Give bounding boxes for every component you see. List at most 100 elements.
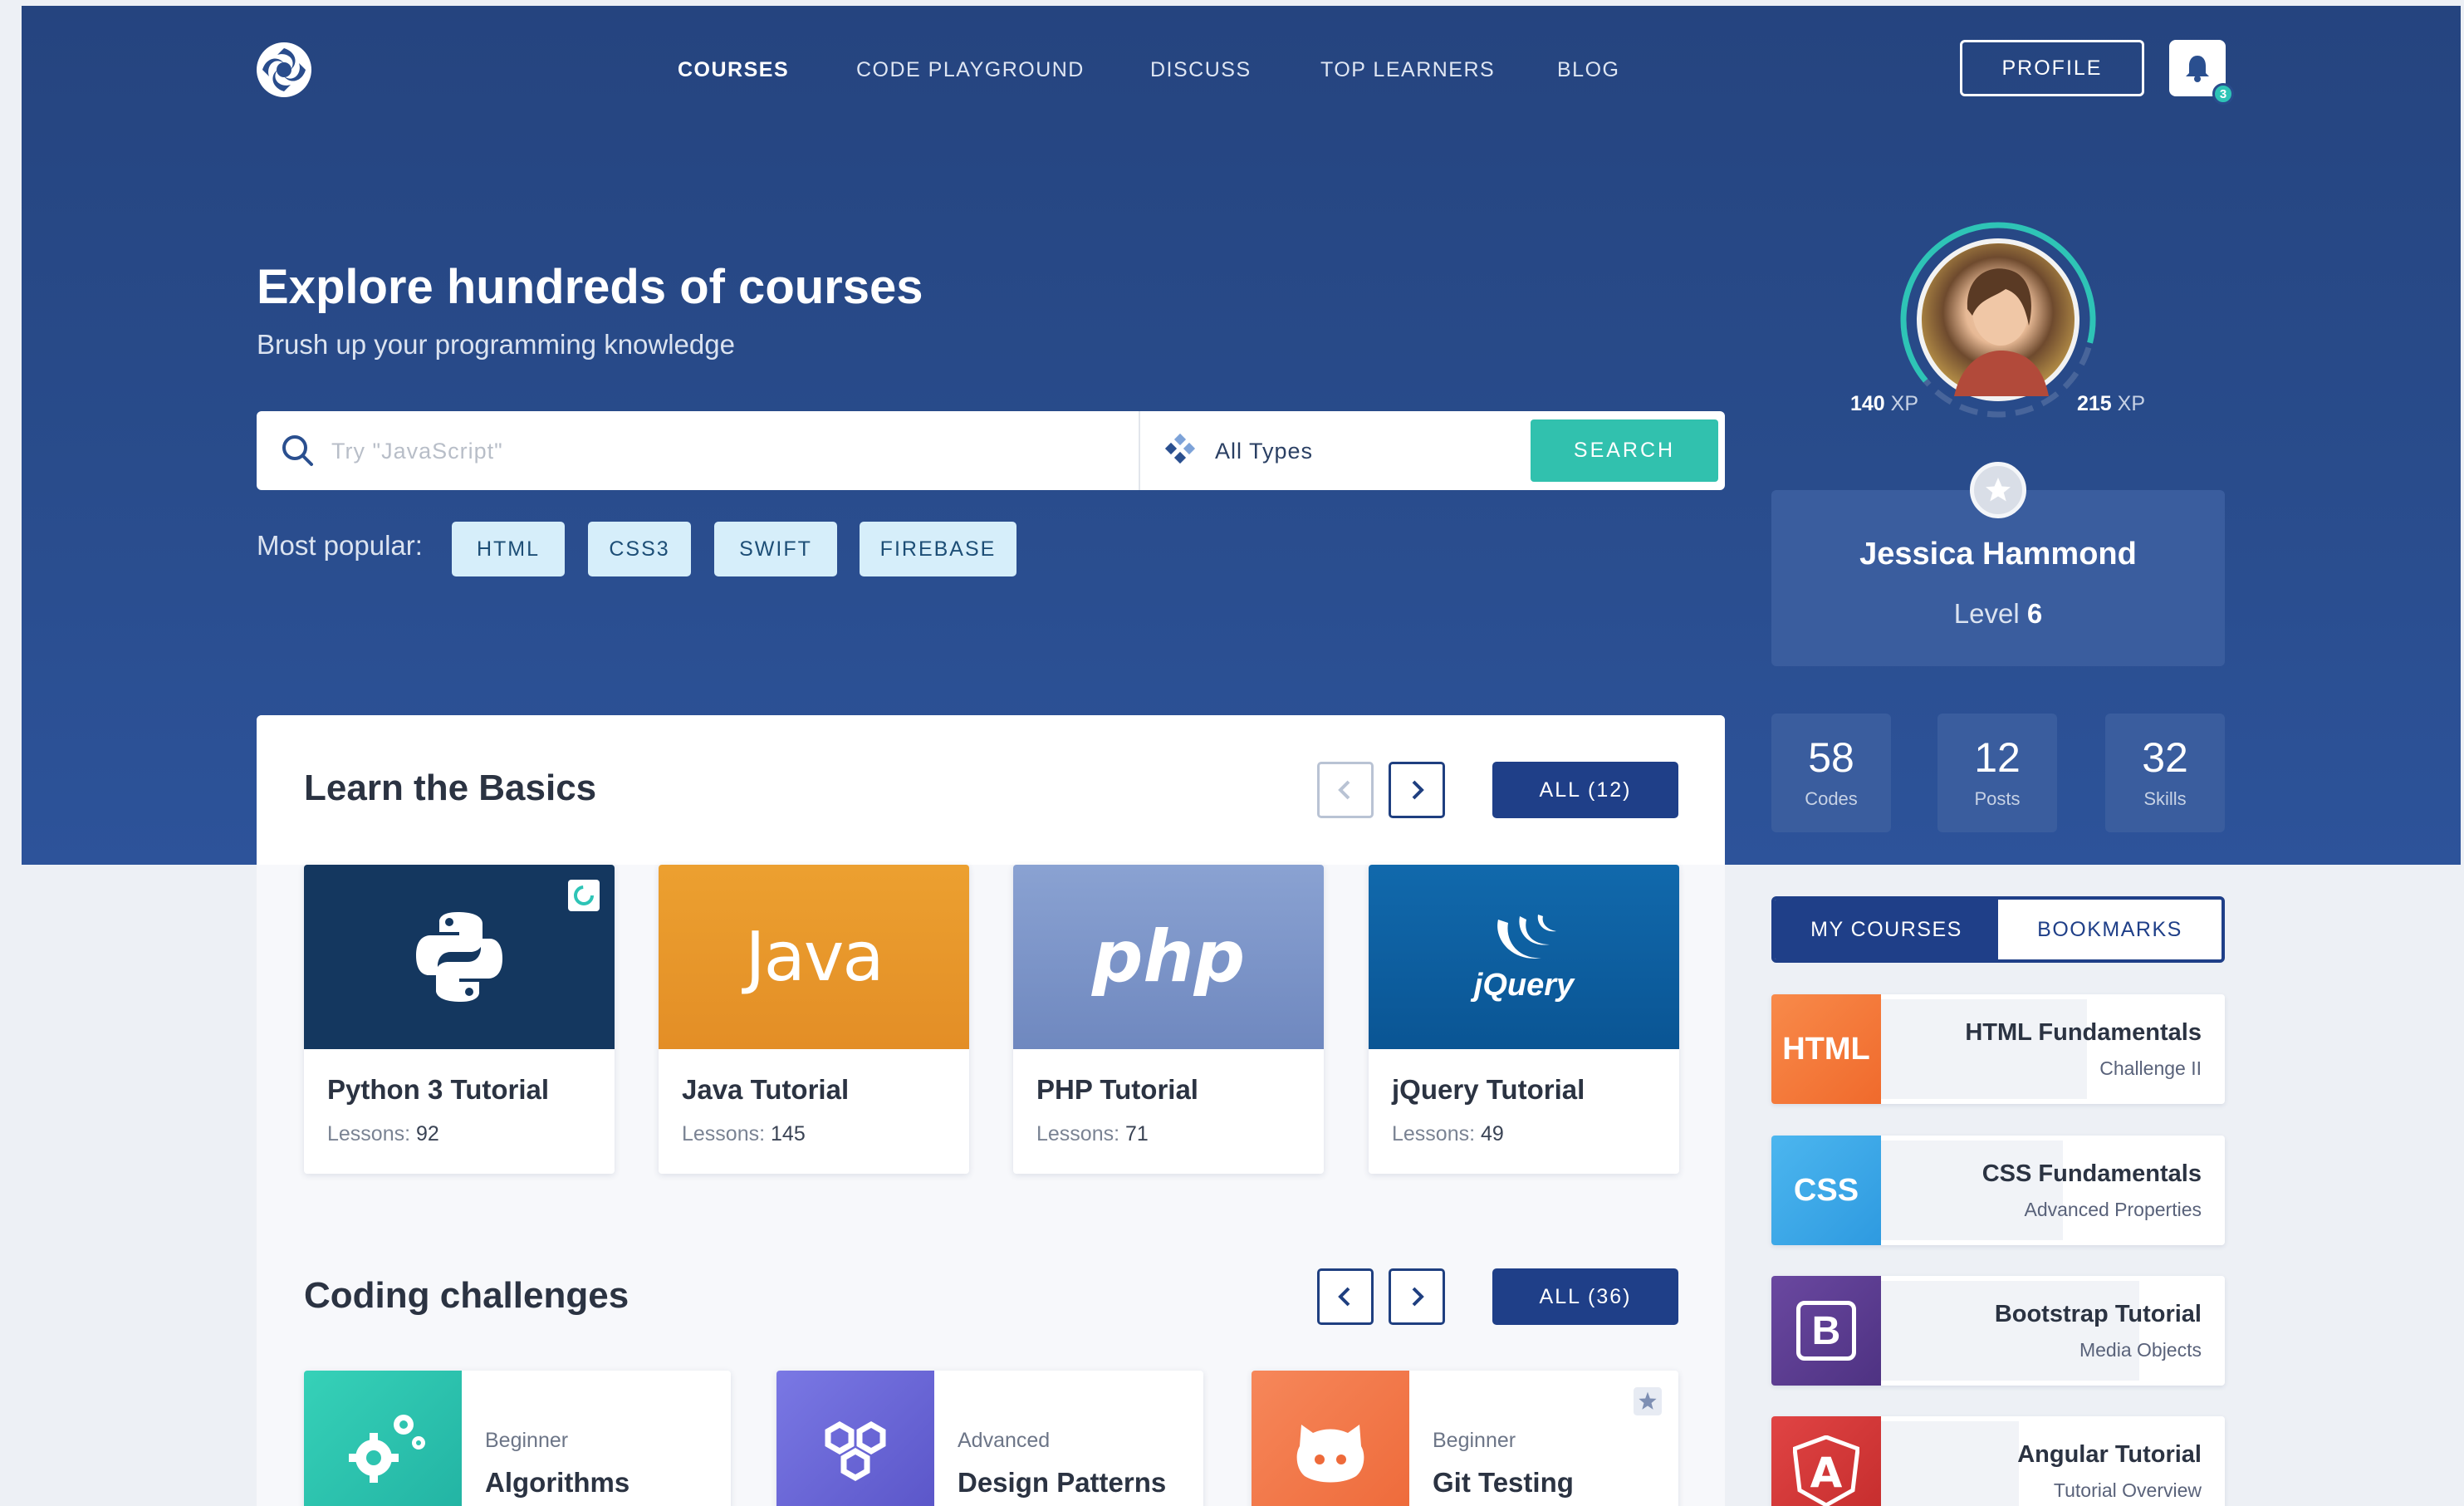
search-input[interactable] xyxy=(331,428,1079,474)
course-lessons: Lessons: 145 xyxy=(682,1122,806,1145)
challenge-level: Beginner xyxy=(485,1429,569,1452)
notifications-button[interactable]: 3 xyxy=(2169,40,2234,105)
html-icon: HTML xyxy=(1771,994,1881,1104)
my-course-css[interactable]: CSS CSS Fundamentals Advanced Properties xyxy=(1771,1136,2225,1245)
course-title: Java Tutorial xyxy=(682,1074,850,1105)
challenge-name: Git Testing xyxy=(1433,1467,1574,1498)
stat-codes[interactable]: 58 Codes xyxy=(1771,714,1891,832)
course-card-jquery[interactable]: jQuery jQuery Tutorial Lessons: 49 xyxy=(1369,865,1679,1174)
challenge-level: Advanced xyxy=(958,1429,1051,1452)
search-icon xyxy=(282,435,313,466)
my-course-lesson: Tutorial Overview xyxy=(2053,1479,2202,1501)
my-course-name: Bootstrap Tutorial xyxy=(1994,1301,2202,1327)
challenge-name: Algorithms xyxy=(485,1467,630,1498)
challenge-card-algorithms[interactable]: Beginner Algorithms xyxy=(304,1371,731,1506)
course-card-python[interactable]: Python 3 Tutorial Lessons: 92 xyxy=(304,865,615,1174)
nav-courses[interactable]: COURSES xyxy=(678,58,789,82)
search-button[interactable]: SEARCH xyxy=(1531,419,1718,482)
challenge-card-design-patterns[interactable]: Advanced Design Patterns xyxy=(776,1371,1203,1506)
my-course-bootstrap[interactable]: B Bootstrap Tutorial Media Objects xyxy=(1771,1276,2225,1386)
most-popular-label: Most popular: xyxy=(257,530,423,561)
nav-blog[interactable]: BLOG xyxy=(1557,58,1619,82)
course-lessons: Lessons: 71 xyxy=(1036,1122,1149,1145)
logo-icon[interactable] xyxy=(254,40,314,100)
xp-current: 140 XP xyxy=(1850,392,1919,415)
hero-subtitle: Brush up your programming knowledge xyxy=(257,329,735,360)
challenges-prev-button[interactable] xyxy=(1317,1268,1374,1325)
challenges-next-button[interactable] xyxy=(1389,1268,1445,1325)
type-select[interactable]: All Types xyxy=(1162,431,1313,471)
jquery-logo: jQuery xyxy=(1369,865,1679,1049)
xp-next: 215 XP xyxy=(2077,392,2146,415)
nav-code-playground[interactable]: CODE PLAYGROUND xyxy=(856,58,1085,82)
css-icon: CSS xyxy=(1771,1136,1881,1245)
nav-top-learners[interactable]: TOP LEARNERS xyxy=(1320,58,1495,82)
challenge-card-git-testing[interactable]: Beginner Git Testing xyxy=(1252,1371,1678,1506)
challenges-all-button[interactable]: ALL (36) xyxy=(1492,1268,1678,1325)
chevron-right-icon xyxy=(1412,780,1424,800)
course-lessons: Lessons: 49 xyxy=(1392,1122,1504,1145)
my-course-name: HTML Fundamentals xyxy=(1965,1019,2202,1046)
github-icon xyxy=(1252,1371,1409,1506)
course-card-java[interactable]: Java Java Tutorial Lessons: 145 xyxy=(659,865,969,1174)
my-course-name: CSS Fundamentals xyxy=(1981,1160,2202,1187)
my-course-lesson: Media Objects xyxy=(2079,1339,2202,1361)
php-logo: php xyxy=(1013,865,1324,1049)
my-course-lesson: Challenge II xyxy=(2099,1057,2202,1079)
chevron-left-icon xyxy=(1338,780,1350,800)
course-title: Python 3 Tutorial xyxy=(327,1074,550,1105)
tag-html[interactable]: HTML xyxy=(452,522,565,576)
type-select-value: All Types xyxy=(1215,438,1314,464)
bookmark-star-icon[interactable] xyxy=(1634,1387,1662,1415)
search-divider xyxy=(1139,411,1140,490)
bell-icon xyxy=(2186,56,2209,82)
course-progress-bar xyxy=(1881,999,2087,1099)
challenge-level: Beginner xyxy=(1433,1429,1516,1452)
challenge-name: Design Patterns xyxy=(958,1467,1167,1498)
tag-firebase[interactable]: FIREBASE xyxy=(860,522,1016,576)
my-course-lesson: Advanced Properties xyxy=(2024,1199,2202,1220)
course-title: jQuery Tutorial xyxy=(1392,1074,1585,1105)
section-title-challenges: Coding challenges xyxy=(304,1275,629,1316)
nav-discuss[interactable]: DISCUSS xyxy=(1150,58,1252,82)
basics-prev-button[interactable] xyxy=(1317,762,1374,818)
chevron-left-icon xyxy=(1338,1287,1350,1307)
course-title: PHP Tutorial xyxy=(1036,1074,1198,1105)
hexagons-icon xyxy=(776,1371,934,1506)
stat-skills[interactable]: 32 Skills xyxy=(2105,714,2225,832)
basics-all-button[interactable]: ALL (12) xyxy=(1492,762,1678,818)
diamonds-icon xyxy=(1164,433,1196,464)
course-card-php[interactable]: php PHP Tutorial Lessons: 71 xyxy=(1013,865,1324,1174)
my-courses-tabs: MY COURSES BOOKMARKS xyxy=(1771,896,2225,963)
course-progress-bar xyxy=(1881,1141,2063,1240)
angular-icon: A xyxy=(1771,1416,1881,1506)
section-title-basics: Learn the Basics xyxy=(304,768,597,808)
tab-bookmarks[interactable]: BOOKMARKS xyxy=(1998,900,2222,959)
java-logo: Java xyxy=(659,865,969,1049)
my-course-name: Angular Tutorial xyxy=(2017,1441,2202,1468)
course-progress-bar xyxy=(1881,1421,2019,1506)
star-icon xyxy=(1970,462,2026,518)
hero-title: Explore hundreds of courses xyxy=(257,260,923,314)
course-lessons: Lessons: 92 xyxy=(327,1122,439,1145)
svg-text:A: A xyxy=(1810,1449,1843,1497)
avatar[interactable] xyxy=(1896,218,2100,422)
search-bar: All Types SEARCH xyxy=(257,411,1725,490)
course-progress-bar xyxy=(1881,1281,2139,1381)
profile-button[interactable]: PROFILE xyxy=(1960,40,2144,96)
profile-name: Jessica Hammond xyxy=(1859,537,2137,571)
basics-next-button[interactable] xyxy=(1389,762,1445,818)
stat-posts[interactable]: 12 Posts xyxy=(1937,714,2057,832)
my-course-html[interactable]: HTML HTML Fundamentals Challenge II xyxy=(1771,994,2225,1104)
notification-badge: 3 xyxy=(2212,83,2234,105)
profile-level: Level 6 xyxy=(1953,598,2043,629)
my-course-angular[interactable]: A Angular Tutorial Tutorial Overview xyxy=(1771,1416,2225,1506)
chevron-right-icon xyxy=(1412,1287,1424,1307)
progress-indicator-icon xyxy=(568,880,600,911)
xp-progress-ring xyxy=(1900,222,2096,418)
tag-css3[interactable]: CSS3 xyxy=(588,522,691,576)
tab-my-courses[interactable]: MY COURSES xyxy=(1775,900,1998,959)
tag-swift[interactable]: SWIFT xyxy=(714,522,837,576)
gears-icon xyxy=(304,1371,462,1506)
bootstrap-icon: B xyxy=(1771,1276,1881,1386)
